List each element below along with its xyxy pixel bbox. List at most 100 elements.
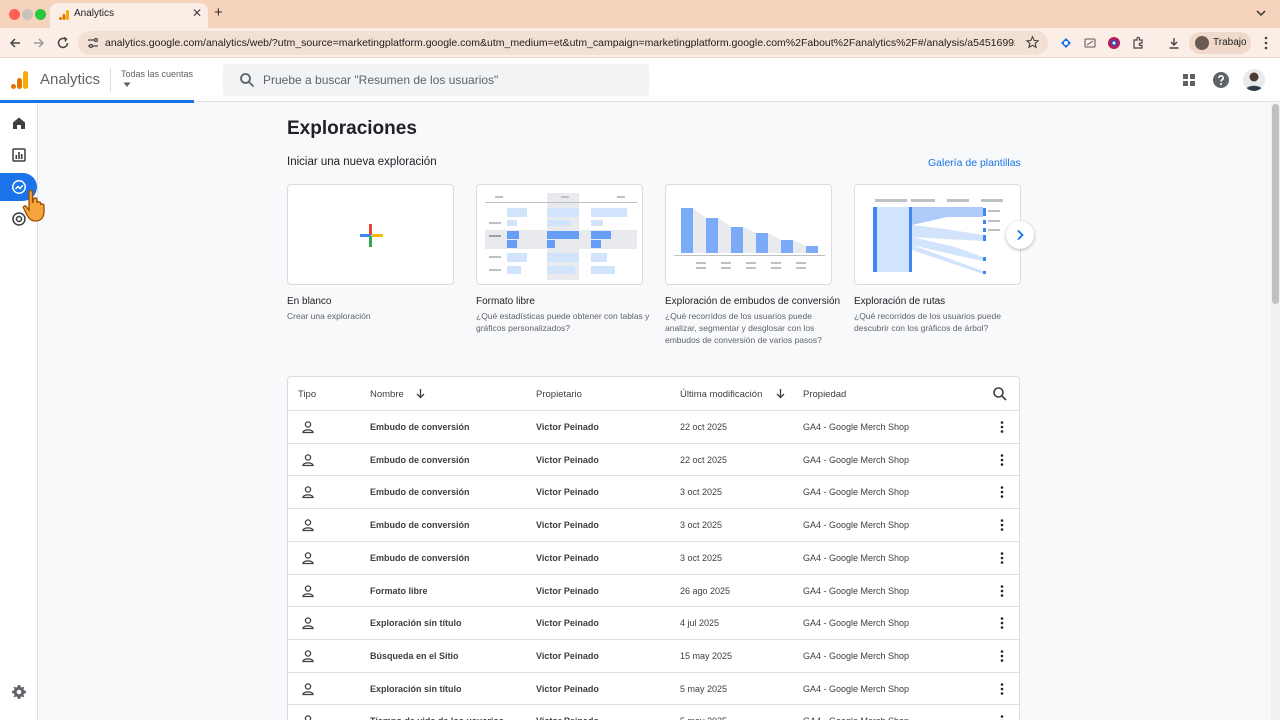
- row-property: GA4 - Google Merch Shop: [803, 618, 910, 629]
- row-modified-date: 26 ago 2025: [680, 585, 731, 596]
- extension-gray-icon[interactable]: [1083, 36, 1097, 50]
- address-bar[interactable]: analytics.google.com/analytics/web/?utm_…: [78, 31, 1048, 55]
- new-exploration-heading: Iniciar una nueva exploración: [287, 156, 437, 168]
- row-owner: Victor Peinado: [536, 552, 599, 563]
- more-vert-icon[interactable]: [998, 682, 1006, 696]
- search-input[interactable]: [263, 64, 643, 96]
- row-name[interactable]: Tiempo de vida de los usuarios: [370, 716, 504, 720]
- table-row[interactable]: Tiempo de vida de los usuarios Victor Pei…: [288, 704, 1019, 720]
- more-vert-icon[interactable]: [998, 453, 1006, 467]
- sort-arrow-down-icon[interactable]: [775, 388, 786, 399]
- new-tab-button[interactable]: +: [214, 4, 223, 21]
- account-selector-label[interactable]: Todas las cuentas: [121, 69, 193, 79]
- template-card-funnel[interactable]: [665, 184, 832, 285]
- template-card-free-form[interactable]: [476, 184, 643, 285]
- person-icon: [302, 486, 314, 499]
- profile-button[interactable]: Trabajo: [1189, 32, 1251, 54]
- column-header-modified[interactable]: Última modificación: [680, 389, 762, 400]
- template-title-funnel[interactable]: Exploración de embudos de conversión: [665, 296, 840, 307]
- extension-color-icon[interactable]: [1107, 36, 1121, 50]
- extensions-puzzle-icon[interactable]: [1131, 36, 1145, 50]
- row-property: GA4 - Google Merch Shop: [803, 716, 909, 720]
- row-name[interactable]: Exploración sin título: [370, 618, 462, 628]
- table-row[interactable]: Exploración sin título Victor Peinado 4 ju…: [288, 606, 1019, 639]
- tab-close-icon[interactable]: ✕: [192, 6, 202, 20]
- row-owner: Victor Peinado: [536, 585, 599, 596]
- more-vert-icon[interactable]: [998, 485, 1006, 499]
- row-name[interactable]: Embudo de conversión: [370, 455, 470, 465]
- table-row[interactable]: Embudo de conversión Victor Peinado 3 oct …: [288, 540, 1019, 574]
- row-property: GA4 - Google Merch Shop: [803, 552, 910, 563]
- row-name[interactable]: Exploración sin título: [370, 684, 462, 694]
- more-vert-icon[interactable]: [998, 420, 1006, 434]
- table-search-icon[interactable]: [992, 386, 1008, 402]
- column-header-owner[interactable]: Propietario: [536, 389, 582, 400]
- row-property: GA4 - Google Merch Shop: [803, 520, 910, 531]
- table-row[interactable]: Embudo de conversión Victor Peinado 22 oct…: [288, 442, 1019, 476]
- row-property: GA4 - Google Merch Shop: [803, 454, 910, 465]
- row-name[interactable]: Búsqueda en el Sitio: [370, 651, 459, 661]
- reload-icon[interactable]: [55, 35, 71, 51]
- row-modified-date: 3 oct 2025: [680, 552, 723, 563]
- more-vert-icon[interactable]: [998, 551, 1006, 565]
- sort-arrow-down-icon[interactable]: [415, 388, 426, 399]
- back-arrow-icon[interactable]: [7, 35, 23, 51]
- template-card-blank[interactable]: [287, 184, 454, 285]
- user-avatar[interactable]: [1243, 69, 1265, 91]
- table-row[interactable]: Formato libre Victor Peinado 26 ago 2025 GA…: [288, 573, 1019, 607]
- template-gallery-link[interactable]: Galería de plantillas: [928, 157, 1021, 169]
- window-maximize-button[interactable]: [35, 9, 46, 20]
- column-header-property[interactable]: Propiedad: [803, 389, 846, 400]
- help-icon[interactable]: [1212, 71, 1230, 89]
- template-title-free-form[interactable]: Formato libre: [476, 296, 535, 307]
- url-text: analytics.google.com/analytics/web/?utm_…: [105, 37, 1015, 49]
- row-modified-date: 3 oct 2025: [680, 487, 723, 498]
- gear-icon[interactable]: [11, 684, 27, 700]
- table-row[interactable]: Embudo de conversión Victor Peinado 22 oct…: [288, 410, 1019, 443]
- more-vert-icon[interactable]: [998, 518, 1006, 532]
- browser-menu-icon[interactable]: [1262, 35, 1270, 51]
- table-row[interactable]: Embudo de conversión Victor Peinado 3 oct …: [288, 475, 1019, 508]
- search-icon: [240, 73, 255, 88]
- template-title-blank[interactable]: En blanco: [287, 296, 331, 307]
- download-icon[interactable]: [1167, 36, 1181, 50]
- more-vert-icon[interactable]: [998, 714, 1006, 720]
- table-row[interactable]: Embudo de conversión Victor Peinado 3 oct …: [288, 508, 1019, 541]
- window-minimize-button[interactable]: [22, 9, 33, 20]
- search-bar[interactable]: [223, 64, 649, 96]
- nav-reports[interactable]: [0, 141, 38, 169]
- caret-down-icon[interactable]: [123, 82, 131, 88]
- apps-grid-icon[interactable]: [1180, 71, 1198, 89]
- table-row[interactable]: Exploración sin título Victor Peinado 5 ma…: [288, 671, 1019, 705]
- chevron-down-icon[interactable]: [1254, 6, 1268, 20]
- row-name[interactable]: Embudo de conversión: [370, 520, 470, 530]
- profile-label: Trabajo: [1213, 37, 1247, 48]
- browser-tabbar: Analytics ✕ +: [0, 0, 1280, 28]
- row-name[interactable]: Formato libre: [370, 586, 428, 596]
- carousel-next-button[interactable]: [1006, 221, 1034, 249]
- browser-tab-analytics[interactable]: Analytics ✕: [50, 3, 208, 28]
- scrollbar-thumb[interactable]: [1272, 104, 1279, 304]
- nav-home[interactable]: [0, 109, 38, 137]
- analytics-logo-icon[interactable]: [10, 70, 30, 90]
- template-card-path[interactable]: [854, 184, 1021, 285]
- row-name[interactable]: Embudo de conversión: [370, 422, 470, 432]
- forward-arrow-icon[interactable]: [31, 35, 47, 51]
- window-close-button[interactable]: [9, 9, 20, 20]
- row-name[interactable]: Embudo de conversión: [370, 487, 470, 497]
- row-modified-date: 5 may 2025: [680, 683, 728, 694]
- table-row[interactable]: Búsqueda en el Sitio Victor Peinado 15 may…: [288, 638, 1019, 672]
- bookmark-star-icon[interactable]: [1025, 35, 1040, 50]
- row-owner: Victor Peinado: [536, 618, 599, 629]
- header-divider: [110, 68, 111, 92]
- extension-blue-icon[interactable]: [1059, 36, 1073, 50]
- person-icon: [302, 421, 314, 434]
- more-vert-icon[interactable]: [998, 616, 1006, 630]
- row-name[interactable]: Embudo de conversión: [370, 553, 470, 563]
- template-title-path[interactable]: Exploración de rutas: [854, 296, 945, 307]
- more-vert-icon[interactable]: [998, 649, 1006, 663]
- site-settings-icon[interactable]: [86, 36, 100, 50]
- more-vert-icon[interactable]: [998, 584, 1006, 598]
- column-header-name[interactable]: Nombre: [370, 389, 404, 400]
- user-avatar-icon: [1245, 72, 1263, 91]
